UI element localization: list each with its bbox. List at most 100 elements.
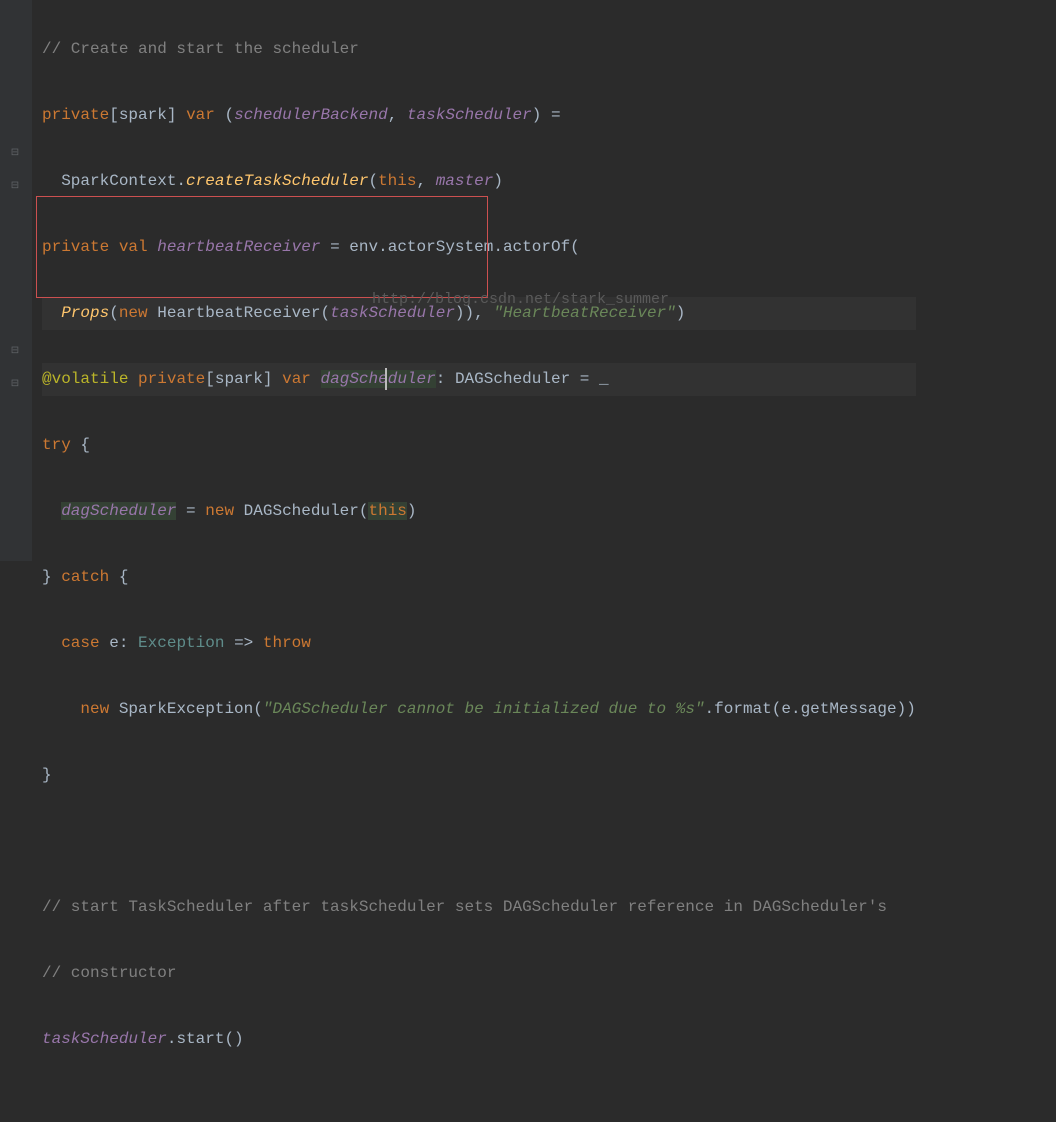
underscore: _ bbox=[599, 370, 609, 388]
keyword-var: var bbox=[282, 370, 311, 388]
code-line[interactable]: new SparkException("DAGScheduler cannot … bbox=[42, 693, 916, 726]
keyword-throw: throw bbox=[263, 634, 311, 652]
paren: )), bbox=[455, 304, 484, 322]
keyword-var: var bbox=[186, 106, 215, 124]
code-line[interactable] bbox=[42, 825, 916, 858]
text-cursor bbox=[385, 368, 387, 390]
paren: )) bbox=[897, 700, 916, 718]
code-line[interactable]: // Create and start the scheduler bbox=[42, 33, 916, 66]
keyword-new: new bbox=[80, 700, 109, 718]
keyword-private: private bbox=[42, 238, 109, 256]
comma: , bbox=[416, 172, 426, 190]
keyword-case: case bbox=[61, 634, 99, 652]
ident-heartbeatReceiver: heartbeatReceiver bbox=[157, 238, 320, 256]
gutter-fold-icon[interactable]: ⊟ bbox=[8, 368, 22, 382]
type-HeartbeatReceiver: HeartbeatReceiver bbox=[157, 304, 320, 322]
type-DAGScheduler: DAGScheduler bbox=[244, 502, 359, 520]
code-line[interactable]: SparkContext.createTaskScheduler(this, m… bbox=[42, 165, 916, 198]
code-line[interactable]: } bbox=[42, 759, 916, 792]
ident-actorSystem: actorSystem bbox=[388, 238, 494, 256]
ident-env: env bbox=[349, 238, 378, 256]
dot: . bbox=[493, 238, 503, 256]
colon: : bbox=[436, 370, 446, 388]
comment: // constructor bbox=[42, 964, 176, 982]
code-line[interactable]: dagScheduler = new DAGScheduler(this) bbox=[42, 495, 916, 528]
string-literal: "DAGScheduler cannot be initialized due … bbox=[263, 700, 705, 718]
code-line[interactable]: // start TaskScheduler after taskSchedul… bbox=[42, 891, 916, 924]
code-line[interactable]: case e: Exception => throw bbox=[42, 627, 916, 660]
gutter-fold-icon[interactable]: ⊟ bbox=[8, 170, 22, 184]
gutter-fold-icon[interactable]: ⊟ bbox=[8, 137, 22, 151]
keyword-val: val bbox=[119, 238, 148, 256]
gutter-fold-icon[interactable]: ⊟ bbox=[8, 335, 22, 349]
brace: { bbox=[119, 568, 129, 586]
dot: . bbox=[378, 238, 388, 256]
method-format: format bbox=[714, 700, 772, 718]
keyword-this: this bbox=[378, 172, 416, 190]
eq: = bbox=[320, 238, 349, 256]
method-start: start bbox=[176, 1030, 224, 1048]
scope-spark: spark bbox=[119, 106, 167, 124]
keyword-new: new bbox=[205, 502, 234, 520]
method-createTaskScheduler: createTaskScheduler bbox=[186, 172, 368, 190]
code-editor[interactable]: // Create and start the scheduler privat… bbox=[42, 0, 916, 1122]
code-line[interactable]: private[spark] var (schedulerBackend, ta… bbox=[42, 99, 916, 132]
paren: ) bbox=[493, 172, 503, 190]
paren: ) bbox=[676, 304, 686, 322]
comment-text: // start TaskScheduler after taskSchedul… bbox=[42, 898, 887, 916]
ident-schedulerBackend: schedulerBackend bbox=[234, 106, 388, 124]
ident-master: master bbox=[436, 172, 494, 190]
ident-Props: Props bbox=[61, 304, 109, 322]
annotation-volatile: @volatile bbox=[42, 370, 128, 388]
ident-taskScheduler: taskScheduler bbox=[407, 106, 532, 124]
code-line[interactable]: // constructor bbox=[42, 957, 916, 990]
type-DAGScheduler: DAGScheduler bbox=[455, 370, 570, 388]
comment: // start TaskScheduler after taskSchedul… bbox=[42, 898, 887, 916]
ident-taskScheduler: taskScheduler bbox=[330, 304, 455, 322]
code-line[interactable]: @volatile private[spark] var dagSchedule… bbox=[42, 363, 916, 396]
ident-taskScheduler: taskScheduler bbox=[42, 1030, 167, 1048]
ident-e: e bbox=[109, 634, 119, 652]
string-literal: "HeartbeatReceiver" bbox=[493, 304, 675, 322]
brace: } bbox=[42, 568, 52, 586]
ident-dagScheduler: dagScheduler bbox=[61, 502, 176, 520]
scope-spark: spark bbox=[215, 370, 263, 388]
paren: ) bbox=[532, 106, 542, 124]
eq: = bbox=[176, 502, 205, 520]
code-line[interactable]: private val heartbeatReceiver = env.acto… bbox=[42, 231, 916, 264]
code-line[interactable]: try { bbox=[42, 429, 916, 462]
bracket: [ bbox=[109, 106, 119, 124]
paren: ( bbox=[570, 238, 580, 256]
bracket: ] bbox=[263, 370, 273, 388]
keyword-try: try bbox=[42, 436, 71, 454]
keyword-private: private bbox=[138, 370, 205, 388]
dot: . bbox=[176, 172, 186, 190]
paren: ( bbox=[253, 700, 263, 718]
paren: ( bbox=[320, 304, 330, 322]
paren: ) bbox=[407, 502, 417, 520]
ident-SparkContext: SparkContext bbox=[61, 172, 176, 190]
brace: { bbox=[80, 436, 90, 454]
code-line[interactable]: taskScheduler.start() bbox=[42, 1023, 916, 1056]
method-actorOf: actorOf bbox=[503, 238, 570, 256]
keyword-catch: catch bbox=[61, 568, 109, 586]
eq: = bbox=[580, 370, 590, 388]
brace: } bbox=[42, 766, 52, 784]
method-getMessage: getMessage bbox=[801, 700, 897, 718]
paren: () bbox=[224, 1030, 243, 1048]
type-Exception: Exception bbox=[138, 634, 224, 652]
bracket: ] bbox=[167, 106, 177, 124]
code-line[interactable]: } catch { bbox=[42, 561, 916, 594]
bracket: [ bbox=[205, 370, 215, 388]
dot: . bbox=[705, 700, 715, 718]
dot: . bbox=[791, 700, 801, 718]
keyword-this: this bbox=[368, 502, 406, 520]
keyword-new: new bbox=[119, 304, 148, 322]
comment: // Create and start the scheduler bbox=[42, 40, 359, 58]
paren: ( bbox=[224, 106, 234, 124]
ident-e: e bbox=[781, 700, 791, 718]
paren: ( bbox=[109, 304, 119, 322]
code-line[interactable]: Props(new HeartbeatReceiver(taskSchedule… bbox=[42, 297, 916, 330]
colon: : bbox=[119, 634, 129, 652]
type-SparkException: SparkException bbox=[119, 700, 253, 718]
